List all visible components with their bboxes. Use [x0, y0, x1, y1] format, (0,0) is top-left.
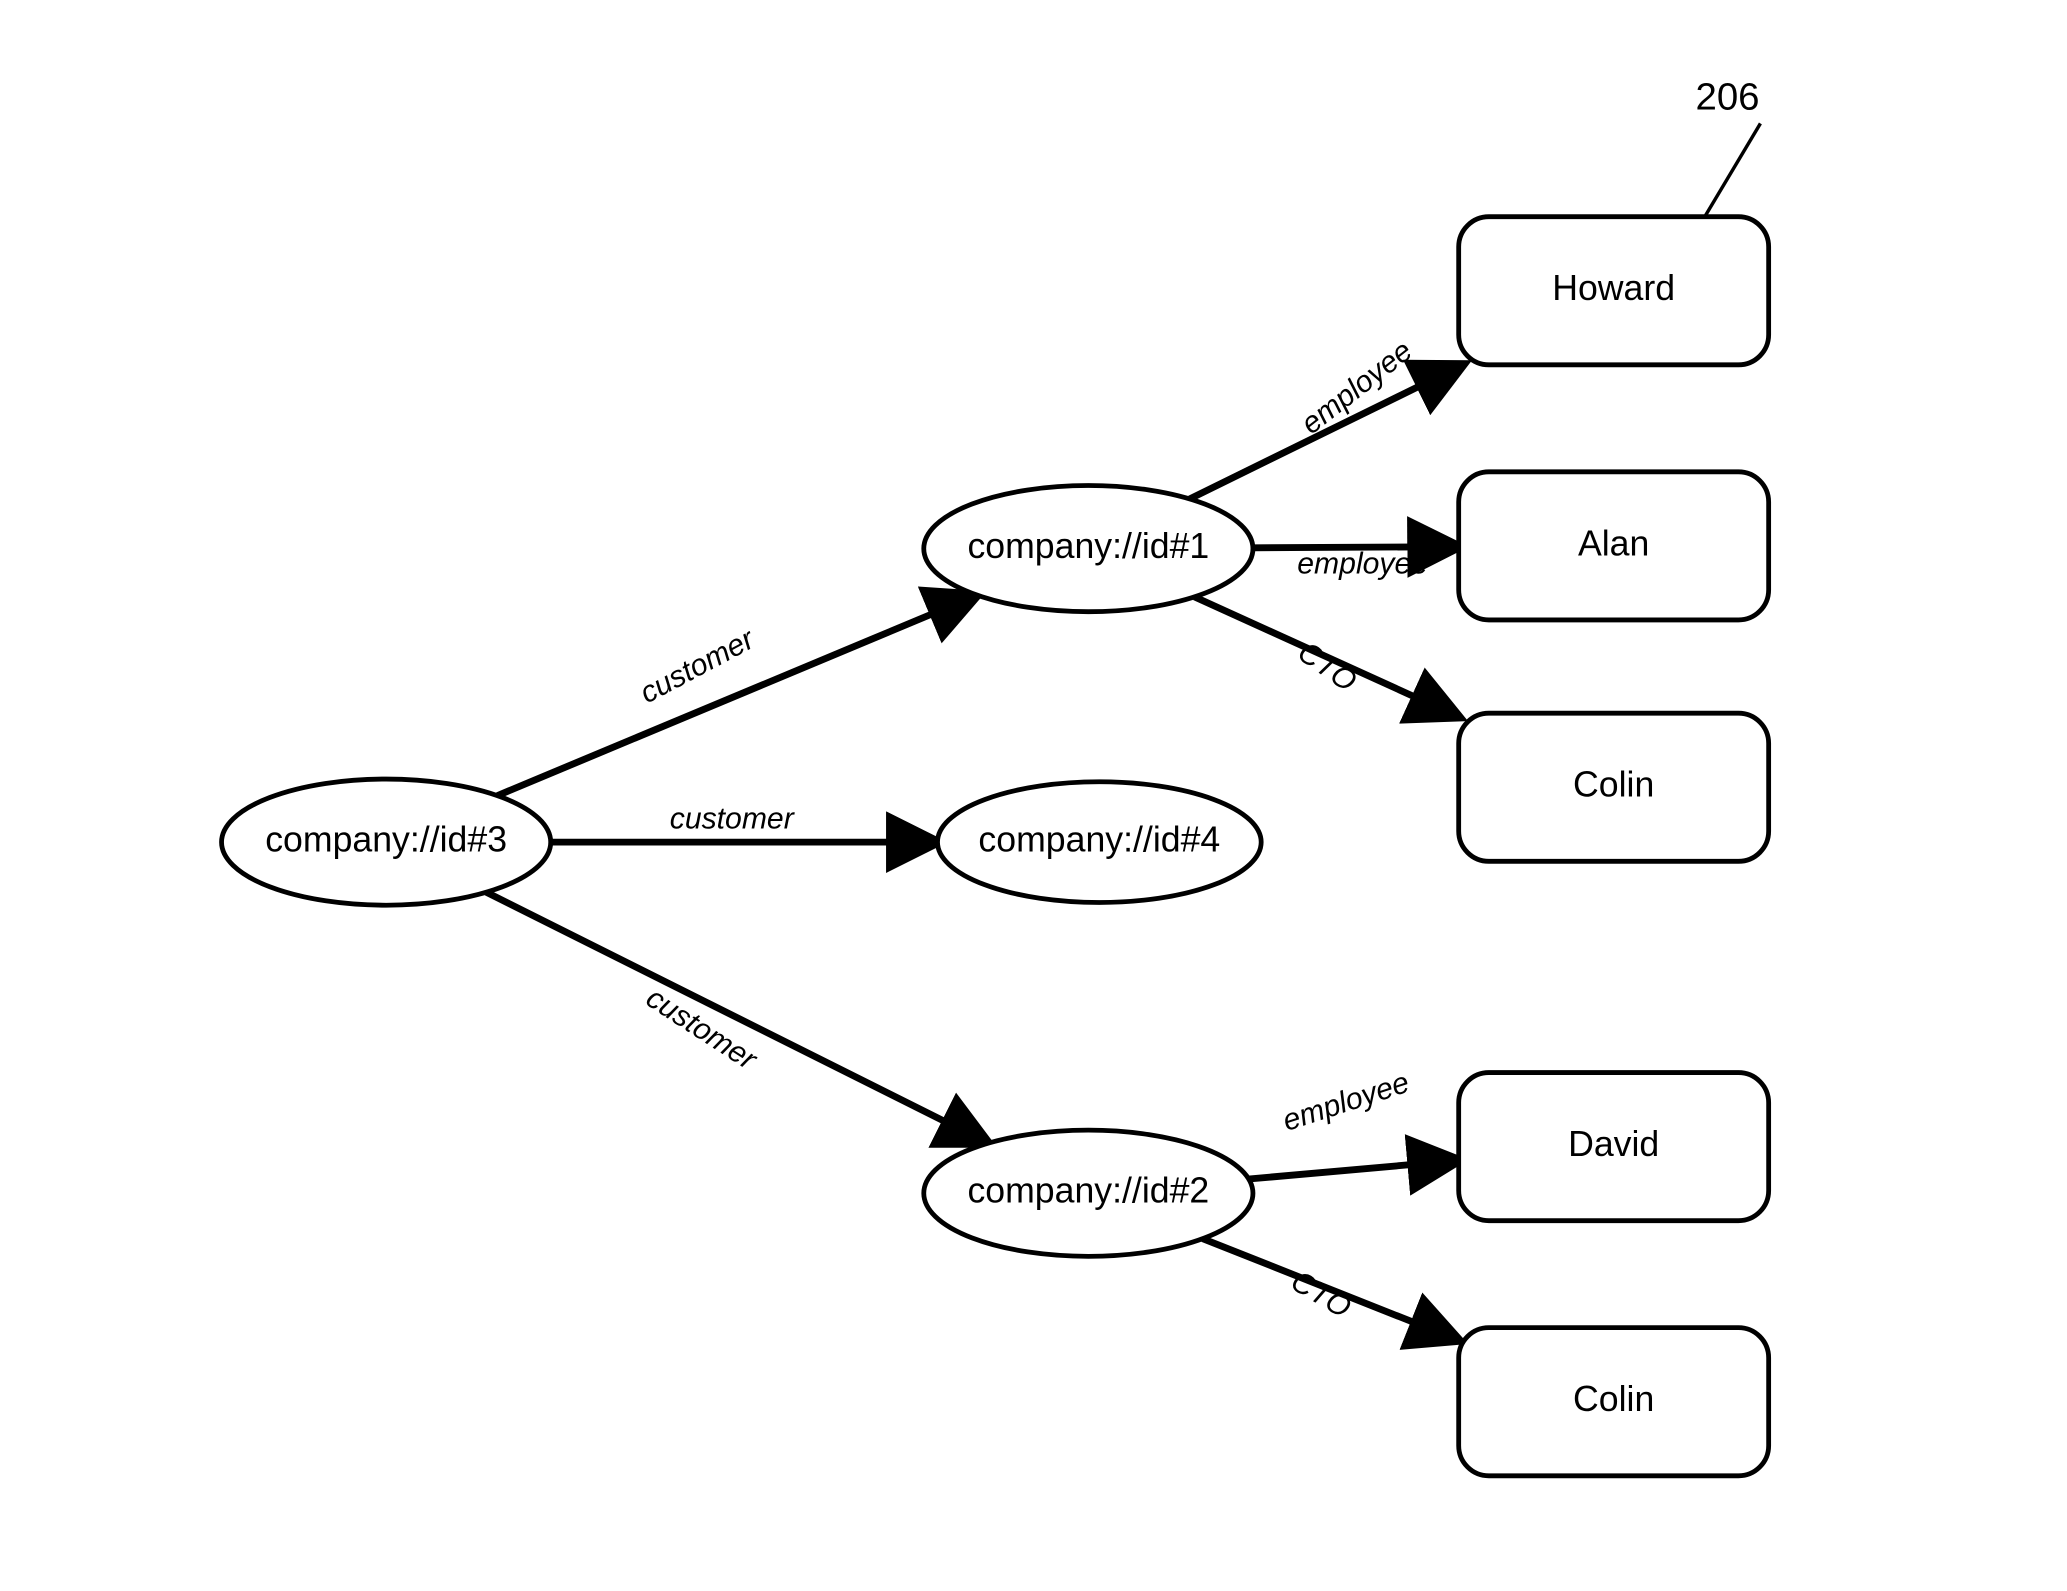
- edge-c1-alan: employee: [1253, 547, 1459, 581]
- edge-c1-howard: employee: [1190, 334, 1463, 499]
- node-label: Alan: [1578, 523, 1649, 563]
- node-label: David: [1568, 1124, 1659, 1164]
- edge-label: employee: [1295, 334, 1418, 441]
- edge-arrow: [1249, 1160, 1459, 1179]
- node-label: company://id#3: [265, 820, 507, 860]
- node-label: Colin: [1573, 1379, 1654, 1419]
- node-label: company://id#4: [978, 820, 1220, 860]
- callout-206: 206: [1695, 76, 1760, 216]
- edge-c1-colin1: CTO: [1195, 597, 1459, 717]
- edge-label: employee: [1297, 547, 1428, 580]
- node-david: David: [1459, 1073, 1769, 1221]
- edge-c3-c2: customer: [486, 892, 988, 1143]
- edge-c3-c4: customer: [551, 802, 938, 842]
- node-label: Howard: [1552, 268, 1675, 308]
- node-colin2: Colin: [1459, 1328, 1769, 1476]
- diagram-canvas: 206 customer customer customer employee empl…: [0, 0, 2067, 1591]
- node-c3: company://id#3: [222, 779, 551, 905]
- node-c4: company://id#4: [937, 782, 1261, 903]
- node-c2: company://id#2: [924, 1130, 1253, 1256]
- edge-label: customer: [640, 981, 764, 1077]
- node-c1: company://id#1: [924, 486, 1253, 612]
- edge-c2-david: employee: [1249, 1066, 1459, 1179]
- node-label: Colin: [1573, 765, 1654, 805]
- callout-label: 206: [1695, 76, 1759, 119]
- node-colin1: Colin: [1459, 713, 1769, 861]
- edge-arrow: [486, 892, 988, 1143]
- edge-c3-c1: customer: [497, 595, 977, 796]
- node-label: company://id#2: [967, 1171, 1209, 1211]
- edge-label: CTO: [1285, 1265, 1356, 1325]
- node-alan: Alan: [1459, 472, 1769, 620]
- node-label: company://id#1: [967, 526, 1209, 566]
- node-howard: Howard: [1459, 217, 1769, 365]
- edge-label: employee: [1279, 1066, 1414, 1138]
- nodes-layer: company://id#3 company://id#1 company://id…: [222, 217, 1769, 1476]
- edge-c2-colin2: CTO: [1203, 1239, 1459, 1341]
- edge-label: customer: [670, 802, 796, 835]
